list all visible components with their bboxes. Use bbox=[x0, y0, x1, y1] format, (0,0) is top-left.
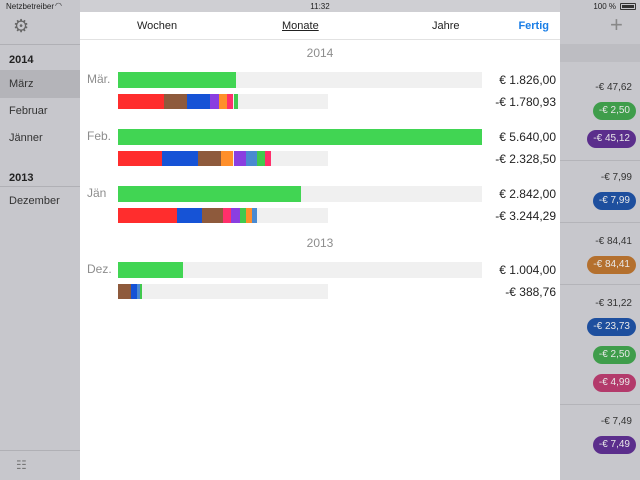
expense-amount: -€ 1.780,93 bbox=[495, 95, 556, 109]
done-button[interactable]: Fertig bbox=[518, 20, 549, 32]
day-total: -€ 7,99 bbox=[600, 172, 632, 183]
day-total: -€ 47,62 bbox=[595, 82, 632, 93]
expense-bar-track bbox=[118, 284, 328, 299]
expense-category-segment bbox=[197, 151, 221, 166]
expense-category-segment bbox=[187, 94, 211, 109]
header-divider bbox=[80, 39, 560, 40]
expense-category-segment bbox=[265, 151, 272, 166]
income-amount: € 2.842,00 bbox=[499, 187, 556, 201]
expense-bar-track bbox=[118, 151, 328, 166]
section-header-2014: 2014 bbox=[9, 54, 34, 66]
expense-category-segment bbox=[231, 208, 240, 223]
expense-category-segment bbox=[176, 208, 202, 223]
expense-category-segment bbox=[118, 284, 131, 299]
expense-bar-track bbox=[118, 94, 328, 109]
month-item-februar[interactable]: Februar bbox=[9, 105, 48, 117]
year-label-2013: 2013 bbox=[306, 236, 334, 250]
income-bar-track bbox=[118, 129, 482, 145]
income-bar-track bbox=[118, 186, 482, 202]
list-menu-icon[interactable]: ☷ bbox=[16, 458, 27, 472]
segment-jahre[interactable]: Jahre bbox=[432, 20, 460, 32]
expense-pill[interactable]: -€ 7,49 bbox=[592, 436, 636, 454]
gear-icon[interactable]: ⚙ bbox=[13, 16, 29, 37]
divider bbox=[0, 186, 80, 187]
month-label: Jän bbox=[87, 186, 107, 200]
divider bbox=[560, 284, 640, 285]
expense-amount: -€ 388,76 bbox=[505, 285, 556, 299]
month-label: Dez. bbox=[87, 262, 112, 276]
expense-category-segment bbox=[118, 208, 177, 223]
expense-pill[interactable]: -€ 2,50 bbox=[592, 346, 636, 364]
income-bar-track bbox=[118, 72, 482, 88]
income-bar bbox=[118, 262, 183, 278]
expense-category-segment bbox=[233, 94, 238, 109]
toolbar-divider bbox=[0, 450, 80, 451]
expense-amount: -€ 3.244,29 bbox=[495, 209, 556, 223]
expense-category-segment bbox=[252, 208, 257, 223]
expense-category-segment bbox=[233, 151, 247, 166]
income-amount: € 1.826,00 bbox=[499, 73, 556, 87]
day-total: -€ 7,49 bbox=[600, 416, 632, 427]
month-label: Mär. bbox=[87, 72, 111, 86]
income-amount: € 5.640,00 bbox=[499, 130, 556, 144]
add-icon[interactable]: + bbox=[610, 12, 623, 38]
master-list: ⚙ 2014 März Februar Jänner 2013 Dezember… bbox=[0, 0, 80, 480]
expense-category-segment bbox=[223, 208, 232, 223]
divider bbox=[560, 222, 640, 223]
month-item-dezember[interactable]: Dezember bbox=[9, 195, 60, 207]
statistics-sheet: Wochen Monate Jahre Fertig 2014 2013 Mär… bbox=[80, 12, 560, 480]
expense-pill[interactable]: -€ 4,99 bbox=[592, 374, 636, 392]
expense-category-segment bbox=[140, 284, 143, 299]
expense-category-segment bbox=[210, 94, 219, 109]
month-item-jaenner[interactable]: Jänner bbox=[9, 132, 43, 144]
divider bbox=[560, 404, 640, 405]
income-bar bbox=[118, 129, 482, 145]
expense-category-segment bbox=[118, 151, 163, 166]
month-item-maerz[interactable]: März bbox=[9, 78, 33, 90]
status-bar: Netzbetreiber ◠ 11:32 100 % bbox=[0, 0, 640, 12]
header-band bbox=[560, 44, 640, 62]
expense-category-segment bbox=[164, 94, 188, 109]
segment-monate[interactable]: Monate bbox=[282, 20, 319, 32]
expense-pill[interactable]: -€ 45,12 bbox=[587, 130, 636, 148]
expense-category-segment bbox=[162, 151, 198, 166]
expense-pill[interactable]: -€ 84,41 bbox=[587, 256, 636, 274]
expense-pill[interactable]: -€ 7,99 bbox=[592, 192, 636, 210]
expense-category-segment bbox=[202, 208, 223, 223]
segment-wochen[interactable]: Wochen bbox=[137, 20, 177, 32]
expense-category-segment bbox=[118, 94, 165, 109]
battery-percent: 100 % bbox=[593, 2, 616, 11]
battery-icon bbox=[620, 3, 636, 10]
expense-category-segment bbox=[246, 151, 257, 166]
income-bar bbox=[118, 72, 236, 88]
month-label: Feb. bbox=[87, 129, 112, 143]
clock: 11:32 bbox=[310, 2, 330, 11]
expense-category-segment bbox=[256, 151, 265, 166]
day-total: -€ 84,41 bbox=[595, 236, 632, 247]
year-label-2014: 2014 bbox=[306, 46, 334, 60]
income-bar-track bbox=[118, 262, 482, 278]
expense-bar-track bbox=[118, 208, 328, 223]
divider bbox=[0, 44, 80, 45]
divider bbox=[560, 160, 640, 161]
expense-category-segment bbox=[218, 94, 228, 109]
day-total: -€ 31,22 bbox=[595, 298, 632, 309]
detail-list: + -€ 47,62 -€ 2,50 -€ 45,12 -€ 7,99 -€ 7… bbox=[560, 0, 640, 480]
expense-pill[interactable]: -€ 2,50 bbox=[592, 102, 636, 120]
expense-pill[interactable]: -€ 23,73 bbox=[587, 318, 636, 336]
income-amount: € 1.004,00 bbox=[499, 263, 556, 277]
expense-category-segment bbox=[220, 151, 234, 166]
section-header-2013: 2013 bbox=[9, 172, 34, 184]
income-bar bbox=[118, 186, 302, 202]
expense-amount: -€ 2.328,50 bbox=[495, 152, 556, 166]
